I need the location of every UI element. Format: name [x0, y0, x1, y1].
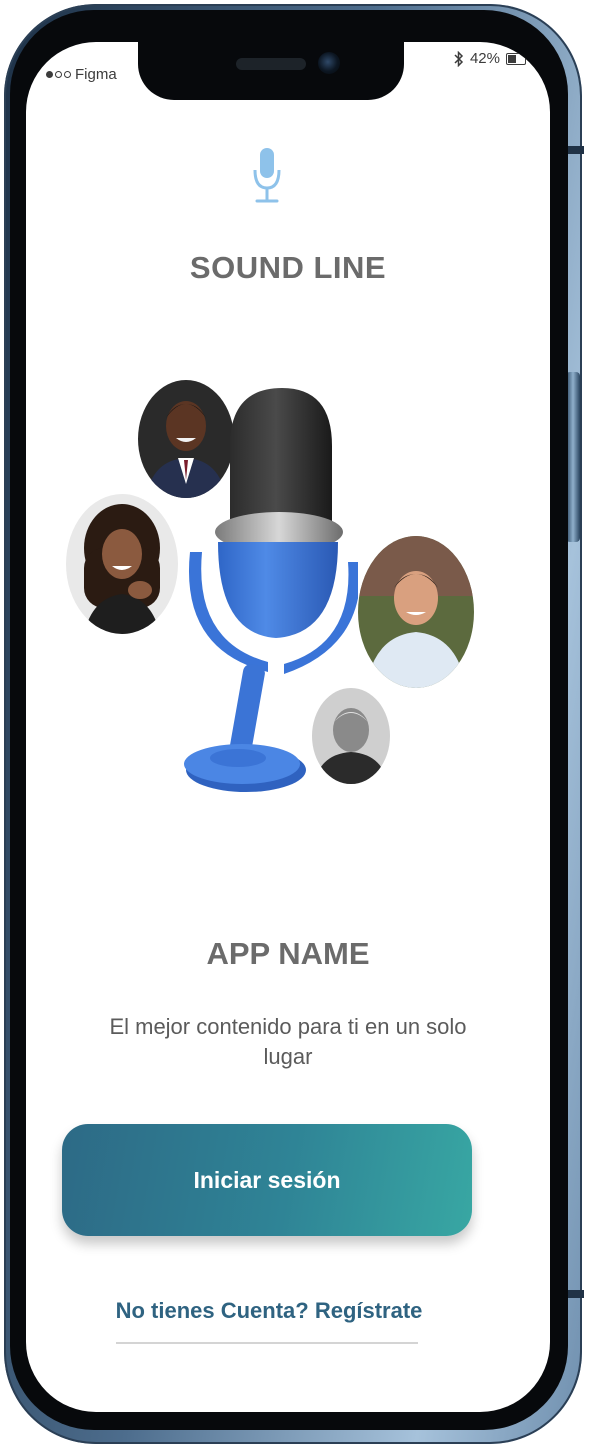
microphone-icon: [253, 148, 281, 203]
avatar-woman-curly: [66, 494, 178, 634]
avatar-man-shirt: [358, 536, 474, 688]
register-link[interactable]: No tienes Cuenta? Regístrate: [114, 1298, 424, 1324]
register-underline: [116, 1342, 418, 1344]
brand-title: SOUND LINE: [189, 250, 387, 285]
battery-percent: 42%: [469, 50, 500, 67]
speaker: [236, 58, 306, 70]
tagline: El mejor contenido para ti en un solo lu…: [109, 1014, 467, 1069]
bluetooth-icon: [454, 50, 464, 67]
notch: [138, 42, 404, 100]
screen: Figma 42% SOUND LINE APP NAME El mejor c…: [26, 42, 550, 1412]
camera-icon: [318, 52, 340, 74]
status-left: Figma: [46, 66, 117, 83]
app-name: APP NAME: [206, 936, 370, 971]
battery-icon: [506, 52, 526, 65]
carrier-label: Figma: [75, 66, 117, 83]
hero-illustration: [26, 372, 550, 812]
avatar-older-man: [312, 688, 390, 784]
signal-icon: [46, 71, 71, 78]
power-button: [566, 372, 580, 542]
login-button[interactable]: Iniciar sesión: [62, 1124, 472, 1236]
status-right: 42%: [454, 50, 526, 67]
